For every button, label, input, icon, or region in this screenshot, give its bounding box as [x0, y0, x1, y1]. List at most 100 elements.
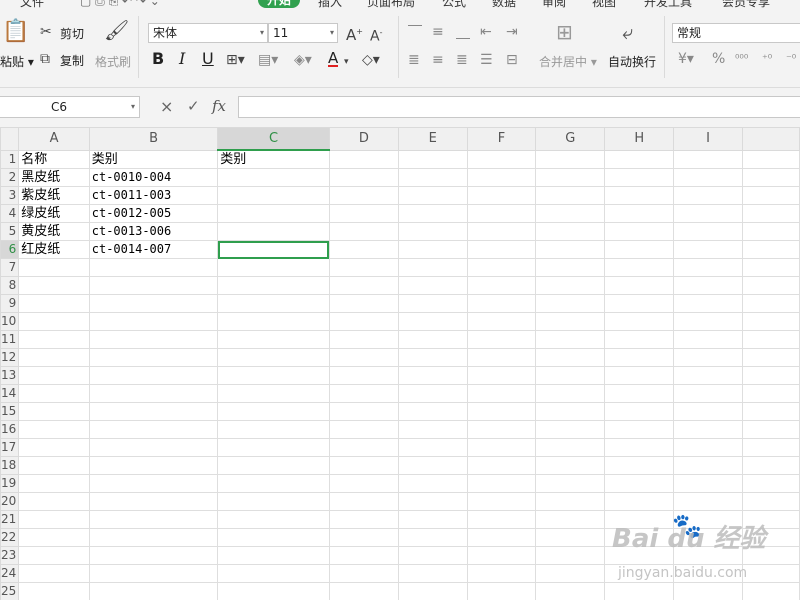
align-top-icon[interactable]: ⎺: [408, 24, 422, 40]
grid-cell[interactable]: [535, 186, 606, 205]
fill-color-icon[interactable]: ◈▾: [294, 52, 312, 68]
grid-cell[interactable]: [18, 384, 90, 403]
grid-cell[interactable]: 名称: [18, 149, 90, 169]
grid-cell[interactable]: [535, 330, 606, 349]
justify-icon[interactable]: ☰: [480, 52, 493, 68]
grid-cell[interactable]: [673, 402, 743, 421]
grid-cell[interactable]: 黄皮纸: [18, 222, 90, 241]
grid-cell[interactable]: [328, 528, 399, 547]
grid-cell[interactable]: [741, 348, 800, 367]
grid-cell[interactable]: [88, 294, 219, 313]
grid-cell[interactable]: [466, 384, 537, 403]
grid-cell[interactable]: 绿皮纸: [18, 204, 90, 223]
grid-cell[interactable]: [328, 366, 399, 385]
grid-cell[interactable]: [217, 222, 330, 241]
grid-cell[interactable]: [741, 456, 800, 475]
grid-cell[interactable]: [397, 240, 468, 259]
grid-cell[interactable]: [466, 492, 537, 511]
grid-cell[interactable]: [328, 456, 399, 475]
grid-cell[interactable]: [466, 402, 537, 421]
grid-cell[interactable]: [328, 492, 399, 511]
formula-input[interactable]: [238, 96, 800, 118]
grid-cell[interactable]: [466, 258, 537, 277]
grid-cell[interactable]: [88, 402, 219, 421]
grid-cell[interactable]: [18, 474, 90, 493]
font-name-select[interactable]: 宋体 ▾: [148, 23, 268, 43]
grid-cell[interactable]: [328, 582, 399, 600]
grid-cell[interactable]: [88, 546, 219, 565]
grid-cell[interactable]: [88, 456, 219, 475]
row-header[interactable]: 8: [0, 276, 20, 295]
underline-button[interactable]: U: [202, 51, 214, 67]
cut-button[interactable]: 剪切: [60, 25, 84, 42]
grid-cell[interactable]: [535, 204, 606, 223]
grid-cell[interactable]: [535, 222, 606, 241]
grid-cell[interactable]: [673, 149, 743, 169]
grid-cell[interactable]: [88, 420, 219, 439]
row-header[interactable]: 23: [0, 546, 20, 565]
menu-review[interactable]: 审阅: [542, 0, 566, 10]
grid-cell[interactable]: [88, 330, 219, 349]
grid-cell[interactable]: [673, 312, 743, 331]
grid-cell[interactable]: [466, 330, 537, 349]
grid-cell[interactable]: [673, 366, 743, 385]
grid-cell[interactable]: [604, 276, 675, 295]
grid-cell[interactable]: [535, 510, 606, 529]
currency-icon[interactable]: ¥▾: [678, 51, 694, 67]
wrap-text-icon[interactable]: ⤶: [622, 22, 633, 42]
grid-cell[interactable]: [741, 402, 800, 421]
copy-button[interactable]: 复制: [60, 52, 84, 69]
grid-cell[interactable]: [397, 186, 468, 205]
grid-cell[interactable]: [18, 492, 90, 511]
grid-cell[interactable]: [535, 492, 606, 511]
grid-cell[interactable]: [397, 384, 468, 403]
grid-cell[interactable]: [397, 402, 468, 421]
border-icon[interactable]: ⊞▾: [226, 52, 245, 68]
grid-cell[interactable]: [741, 312, 800, 331]
grid-cell[interactable]: [673, 222, 743, 241]
grid-cell[interactable]: [217, 492, 330, 511]
grid-cell[interactable]: [328, 294, 399, 313]
grid-cell[interactable]: [673, 168, 743, 187]
menu-home-tab[interactable]: 开始: [258, 0, 301, 8]
menu-file[interactable]: 文件: [20, 0, 44, 10]
grid-cell[interactable]: [217, 546, 330, 565]
grid-cell[interactable]: [535, 168, 606, 187]
grid-cell[interactable]: [18, 510, 90, 529]
grid-cell[interactable]: [535, 456, 606, 475]
scissors-icon[interactable]: ✂: [40, 24, 52, 40]
column-header[interactable]: F: [466, 127, 537, 151]
menu-insert[interactable]: 插入: [318, 0, 342, 10]
grid-cell[interactable]: [217, 564, 330, 583]
grid-cell[interactable]: [18, 564, 90, 583]
grid-cell[interactable]: [604, 222, 675, 241]
grid-cell[interactable]: [88, 474, 219, 493]
grid-cell[interactable]: [741, 474, 800, 493]
grid-cell[interactable]: [88, 312, 219, 331]
row-header[interactable]: 17: [0, 438, 20, 457]
grid-cell[interactable]: [18, 456, 90, 475]
grid-cell[interactable]: [217, 312, 330, 331]
column-header[interactable]: B: [88, 127, 219, 151]
grid-cell[interactable]: [604, 384, 675, 403]
grid-cell[interactable]: [397, 204, 468, 223]
grid-cell[interactable]: [397, 420, 468, 439]
grid-cell[interactable]: [673, 294, 743, 313]
grid-cell[interactable]: [535, 402, 606, 421]
italic-button[interactable]: I: [179, 51, 185, 67]
row-header[interactable]: 21: [0, 510, 20, 529]
grid-cell[interactable]: [466, 564, 537, 583]
decimal-increase-icon[interactable]: ⁺⁰: [762, 51, 772, 67]
row-header[interactable]: 25: [0, 582, 20, 600]
indent-decrease-icon[interactable]: ⇤: [480, 24, 492, 40]
align-middle-icon[interactable]: ≡: [432, 24, 444, 40]
grid-cell[interactable]: [328, 240, 399, 259]
grid-cell[interactable]: [18, 258, 90, 277]
grid-cell[interactable]: [535, 582, 606, 600]
grid-cell[interactable]: [397, 348, 468, 367]
column-header[interactable]: [741, 127, 800, 151]
grid-cell[interactable]: [328, 276, 399, 295]
wrap-text-button[interactable]: 自动换行: [608, 53, 656, 70]
grid-cell[interactable]: [535, 528, 606, 547]
grid-cell[interactable]: [328, 420, 399, 439]
